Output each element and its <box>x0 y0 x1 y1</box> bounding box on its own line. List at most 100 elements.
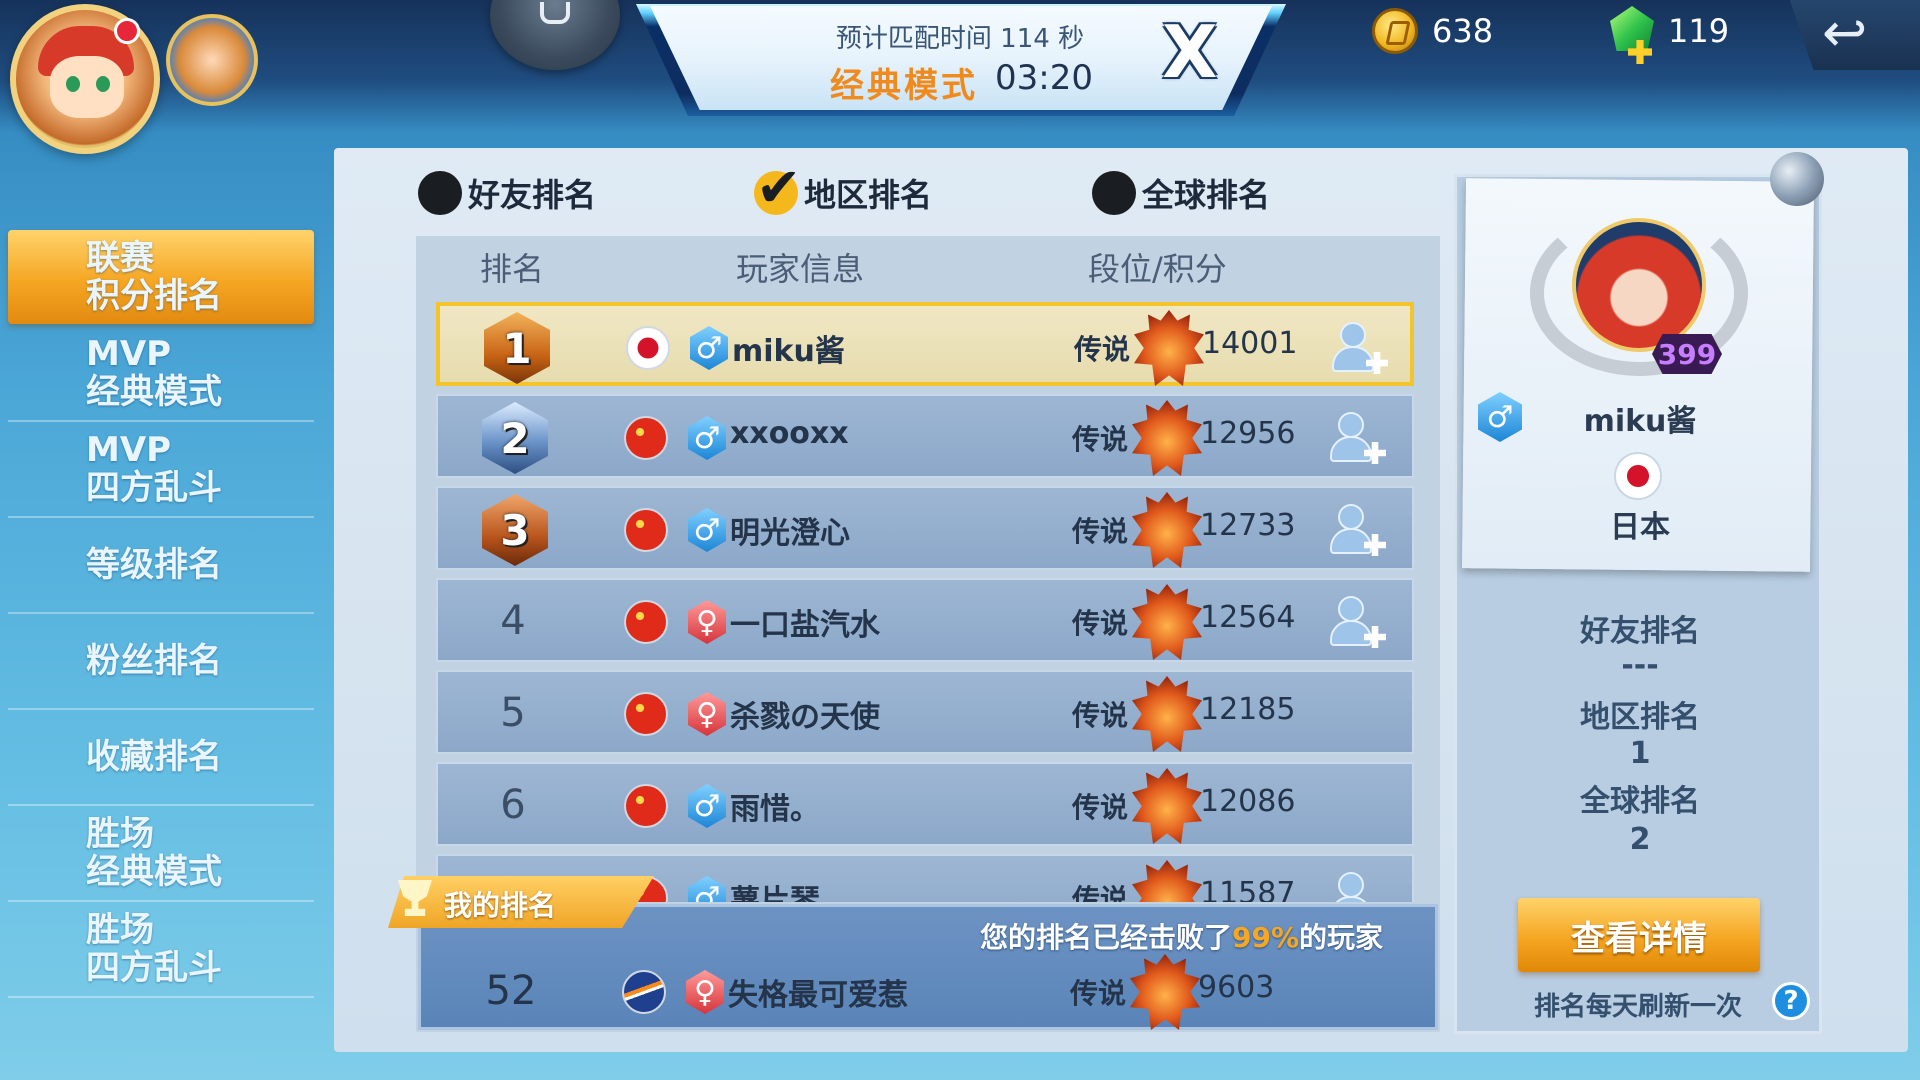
person-body <box>1332 346 1374 372</box>
male-icon: ♂ <box>690 326 728 370</box>
male-icon: ♂ <box>688 876 726 902</box>
flag-icon <box>626 326 670 370</box>
coin-counter: 638 <box>1372 8 1493 54</box>
menu-item-level[interactable]: 等级排名 <box>8 518 314 614</box>
tier-label: 传说 <box>1072 883 1129 902</box>
player-name: 杀戮の天使 <box>730 700 880 735</box>
region-rank-value: 1 <box>1629 736 1651 771</box>
table-row[interactable]: 4 ♀ 一口盐汽水 传说 12564 <box>436 578 1414 662</box>
player-name: 一口盐汽水 <box>730 608 880 643</box>
person-icon <box>1338 412 1364 438</box>
add-friend-button[interactable] <box>1330 318 1390 378</box>
ranking-list[interactable]: 1 ♂ miku酱 传说 14001 2 ♂ xxooxx 传说 12956 3 ♂ 明光澄心 传说 127… <box>436 302 1414 902</box>
female-icon: ♀ <box>686 970 724 1014</box>
menu-item-wins-brawl[interactable]: 胜场 四方乱斗 <box>8 902 314 998</box>
score: 12956 <box>1200 416 1296 451</box>
person-icon <box>1340 322 1366 348</box>
gem-counter[interactable]: 119 <box>1610 6 1730 54</box>
score: 9603 <box>1198 970 1275 1005</box>
player-name: miku酱 <box>732 334 845 369</box>
add-friend-button[interactable] <box>1328 408 1388 468</box>
tier-label: 传说 <box>1070 977 1127 1010</box>
table-row[interactable]: 2 ♂ xxooxx 传说 12956 <box>436 394 1414 478</box>
flag-icon <box>624 600 668 644</box>
tab-region-ranking[interactable]: ✔ 地区排名 <box>754 156 932 219</box>
rank-number: 3 <box>500 505 530 555</box>
female-icon: ♀ <box>688 600 726 644</box>
score: 12564 <box>1200 600 1296 635</box>
score: 12733 <box>1200 508 1296 543</box>
menu-item-collection[interactable]: 收藏排名 <box>8 710 314 806</box>
rank-badge-icon: 3 <box>482 494 548 566</box>
my-rank-row[interactable]: 52 ♀ 失格最可爱惹 传说 9603 <box>436 950 1414 1034</box>
legend-tier-icon <box>1134 310 1204 386</box>
table-row[interactable]: 1 ♂ miku酱 传说 14001 <box>436 302 1414 386</box>
table-row[interactable]: 3 ♂ 明光澄心 传说 12733 <box>436 486 1414 570</box>
flag-icon <box>624 508 668 552</box>
legend-tier-icon <box>1132 400 1202 476</box>
rank-number: 4 <box>500 598 526 644</box>
friend-rank-value: --- <box>1621 648 1659 683</box>
table-header: 排名 玩家信息 段位/积分 <box>416 240 1440 292</box>
player-name: 明光澄心 <box>730 516 850 551</box>
rank-badge-icon: 2 <box>482 402 548 474</box>
person-icon <box>1338 596 1364 622</box>
my-rank-label: 我的排名 <box>444 889 557 922</box>
add-friend-button[interactable] <box>1328 868 1388 902</box>
partner-avatar[interactable] <box>166 14 258 106</box>
table-row[interactable]: 6 ♂ 雨惜。 传说 12086 <box>436 762 1414 846</box>
global-rank-value: 2 <box>1629 822 1651 857</box>
profile-region: 日本 <box>1610 510 1670 545</box>
table-row[interactable]: 5 ♀ 杀戮の天使 传说 12185 <box>436 670 1414 754</box>
legend-tier-icon <box>1132 584 1202 660</box>
legend-tier-icon <box>1132 768 1202 844</box>
tier-label: 传说 <box>1072 699 1129 732</box>
header-player: 玩家信息 <box>736 250 865 288</box>
coin-amount: 638 <box>1432 12 1494 50</box>
checkmark-icon: ✔ <box>754 156 802 219</box>
ranking-category-menu: 联赛 积分排名 MVP 经典模式 MVP 四方乱斗 等级排名 粉丝排名 收藏排名… <box>8 230 314 998</box>
menu-item-mvp-classic[interactable]: MVP 经典模式 <box>8 326 314 422</box>
tab-global-ranking[interactable]: 全球排名 <box>1092 170 1270 216</box>
help-icon[interactable]: ? <box>1772 982 1810 1020</box>
add-friend-button[interactable] <box>1328 500 1388 560</box>
radio-unchecked-icon <box>418 171 462 215</box>
match-timer: 03:20 <box>995 58 1093 98</box>
menu-item-mvp-brawl[interactable]: MVP 四方乱斗 <box>8 422 314 518</box>
tier-label: 传说 <box>1072 791 1129 824</box>
tab-friends-ranking[interactable]: 好友排名 <box>418 170 596 216</box>
legend-tier-icon <box>1130 954 1200 1030</box>
rank-number: 6 <box>500 782 526 828</box>
score: 14001 <box>1202 326 1298 361</box>
person-body <box>1330 528 1372 554</box>
menu-item-wins-classic[interactable]: 胜场 经典模式 <box>8 806 314 902</box>
region-rank-label: 地区排名 <box>1580 700 1700 735</box>
gem-amount: 119 <box>1668 12 1730 50</box>
match-estimate-text: 预计匹配时间 114 秒 <box>835 24 1085 54</box>
friend-rank-label: 好友排名 <box>1580 614 1700 649</box>
menu-item-league-points[interactable]: 联赛 积分排名 <box>8 230 314 324</box>
add-friend-button[interactable] <box>1328 592 1388 652</box>
tier-label: 传说 <box>1072 423 1129 456</box>
player-name: 雨惜。 <box>730 792 820 827</box>
legend-tier-icon <box>1132 492 1202 568</box>
header-rank: 排名 <box>480 250 545 288</box>
global-rank-label: 全球排名 <box>1580 784 1700 819</box>
person-body <box>1330 436 1372 462</box>
male-icon: ♂ <box>688 784 726 828</box>
rank-number: 2 <box>500 413 530 463</box>
header-tier: 段位/积分 <box>1088 250 1227 288</box>
rank-badge-icon: 1 <box>484 312 550 384</box>
view-details-button[interactable]: 查看详情 <box>1518 898 1760 972</box>
player-avatar[interactable] <box>10 4 160 154</box>
back-arrow-icon[interactable]: ↩ <box>1822 6 1867 60</box>
player-name: 失格最可爱惹 <box>728 978 908 1013</box>
cancel-match-button[interactable]: X <box>1162 16 1218 88</box>
gold-coin-icon <box>1372 8 1418 54</box>
person-icon <box>1338 504 1364 530</box>
tier-label: 传说 <box>1074 333 1131 366</box>
rank-number: 5 <box>500 690 526 736</box>
menu-item-fans[interactable]: 粉丝排名 <box>8 614 314 710</box>
male-icon: ♂ <box>688 508 726 552</box>
tier-label: 传说 <box>1072 515 1129 548</box>
